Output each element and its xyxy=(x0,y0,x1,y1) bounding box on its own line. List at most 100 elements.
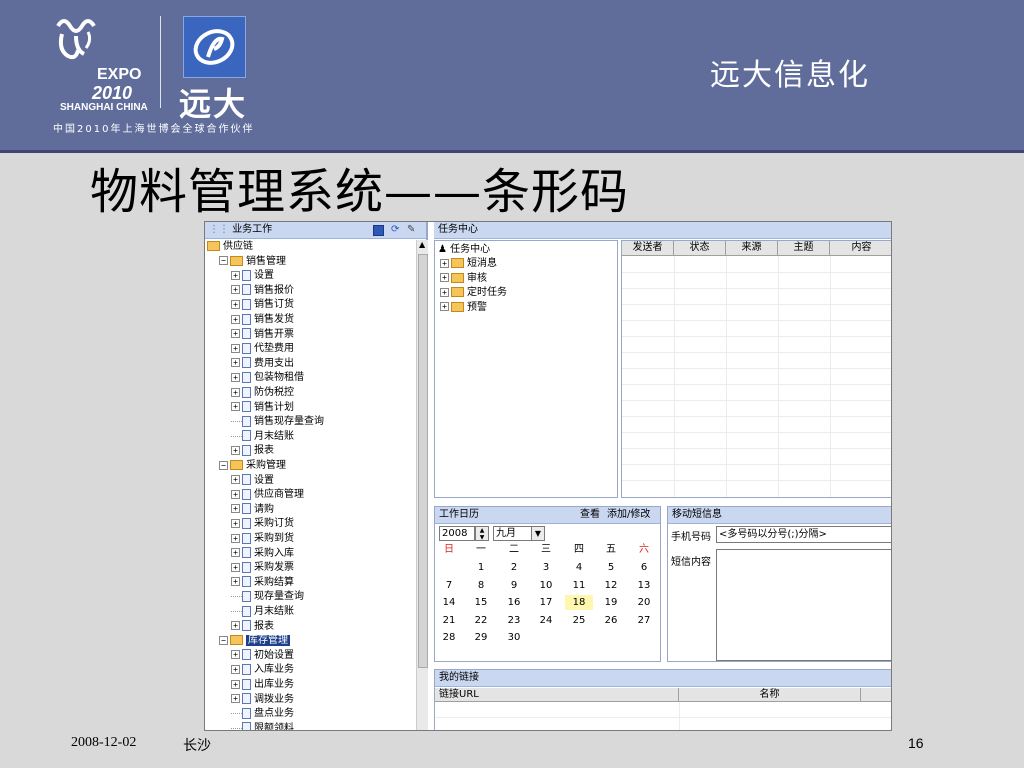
expand-icon[interactable]: + xyxy=(231,372,240,382)
grid-column-header[interactable]: 主题 xyxy=(778,241,830,256)
calendar-day[interactable]: 27 xyxy=(630,613,658,628)
expand-icon[interactable]: + xyxy=(231,285,240,295)
task-node[interactable]: + 定时任务 xyxy=(440,286,507,300)
tree-node[interactable]: − 库存管理 xyxy=(219,634,290,648)
tree-node[interactable]: 供应链 xyxy=(207,240,253,254)
tree-node[interactable]: 月末结账 xyxy=(231,430,294,444)
calendar-day[interactable]: 22 xyxy=(467,613,495,628)
tree-node[interactable]: + 包装物租借 xyxy=(231,371,304,385)
grid-column-header[interactable]: 来源 xyxy=(726,241,778,256)
calendar-add-link[interactable]: 添加/修改 xyxy=(607,507,650,523)
tree-node[interactable]: + 采购订货 xyxy=(231,517,294,531)
tree-node[interactable]: + 采购结算 xyxy=(231,576,294,590)
grid-column-header[interactable]: 状态 xyxy=(674,241,726,256)
collapse-icon[interactable]: − xyxy=(219,256,228,266)
calendar-day[interactable]: 24 xyxy=(532,613,560,628)
calendar-day[interactable]: 7 xyxy=(435,578,463,593)
calendar-day[interactable]: 14 xyxy=(435,595,463,610)
tree-node[interactable]: + 销售开票 xyxy=(231,328,294,342)
calendar-day[interactable]: 2 xyxy=(500,560,528,575)
task-root[interactable]: ♟ 任务中心 xyxy=(438,243,490,257)
expand-icon[interactable]: + xyxy=(231,533,240,543)
tree-node[interactable]: 现存量查询 xyxy=(231,590,304,604)
calendar-day[interactable]: 13 xyxy=(630,578,658,593)
tree-node[interactable]: + 销售计划 xyxy=(231,401,294,415)
tree-node[interactable]: 销售现存量查询 xyxy=(231,415,324,429)
expand-icon[interactable]: + xyxy=(231,329,240,339)
pin-icon[interactable]: ✎ xyxy=(407,222,415,238)
tree-node[interactable]: + 采购入库 xyxy=(231,547,294,561)
tree-node[interactable]: − 采购管理 xyxy=(219,459,286,473)
calendar-day[interactable]: 9 xyxy=(500,578,528,593)
calendar-day[interactable]: 8 xyxy=(467,578,495,593)
tree-scrollbar[interactable]: ▲ xyxy=(416,240,428,730)
tree-node[interactable]: + 销售发货 xyxy=(231,313,294,327)
calendar-day[interactable]: 29 xyxy=(467,630,495,645)
calendar-day[interactable]: 17 xyxy=(532,595,560,610)
calendar-day[interactable]: 20 xyxy=(630,595,658,610)
sms-content-textarea[interactable] xyxy=(716,549,891,661)
expand-icon[interactable]: + xyxy=(231,518,240,528)
tree-node[interactable]: + 初始设置 xyxy=(231,649,294,663)
save-icon[interactable] xyxy=(373,225,384,236)
expand-icon[interactable]: + xyxy=(231,358,240,368)
tree-node[interactable]: + 调拨业务 xyxy=(231,693,294,707)
expand-icon[interactable]: + xyxy=(231,343,240,353)
year-spinner[interactable]: ▲ ▼ xyxy=(475,526,489,541)
tree-node[interactable]: + 设置 xyxy=(231,474,274,488)
tree-node[interactable]: + 销售报价 xyxy=(231,284,294,298)
calendar-day[interactable]: 26 xyxy=(597,613,625,628)
calendar-day[interactable]: 1 xyxy=(467,560,495,575)
calendar-day[interactable]: 19 xyxy=(597,595,625,610)
tree-node[interactable]: 限额领料 xyxy=(231,722,294,730)
links-url-column[interactable]: 链接URL xyxy=(435,688,679,702)
tree-node[interactable]: 月末结账 xyxy=(231,605,294,619)
expand-icon[interactable]: + xyxy=(440,273,449,283)
expand-icon[interactable]: + xyxy=(231,562,240,572)
calendar-day[interactable]: 18 xyxy=(565,595,593,610)
refresh-icon[interactable]: ⟳ xyxy=(391,222,399,238)
task-node[interactable]: + 短消息 xyxy=(440,257,497,271)
expand-icon[interactable]: + xyxy=(231,577,240,587)
tree-node[interactable]: + 销售订货 xyxy=(231,298,294,312)
tree-node[interactable]: 盘点业务 xyxy=(231,707,294,721)
year-input[interactable]: 2008 xyxy=(439,526,475,541)
task-node[interactable]: + 预警 xyxy=(440,301,487,315)
calendar-day[interactable]: 23 xyxy=(500,613,528,628)
tree-node[interactable]: + 采购到货 xyxy=(231,532,294,546)
tree-node[interactable]: + 入库业务 xyxy=(231,663,294,677)
tree-node[interactable]: + 防伪税控 xyxy=(231,386,294,400)
expand-icon[interactable]: + xyxy=(231,548,240,558)
expand-icon[interactable]: + xyxy=(231,445,240,455)
tree-node[interactable]: + 代垫费用 xyxy=(231,342,294,356)
collapse-icon[interactable]: − xyxy=(219,635,228,645)
expand-icon[interactable]: + xyxy=(231,387,240,397)
calendar-day[interactable]: 10 xyxy=(532,578,560,593)
calendar-day[interactable]: 4 xyxy=(565,560,593,575)
calendar-day[interactable]: 15 xyxy=(467,595,495,610)
calendar-day[interactable]: 28 xyxy=(435,630,463,645)
links-name-column[interactable]: 名称 xyxy=(679,688,861,702)
tree-node[interactable]: + 请购 xyxy=(231,503,274,517)
tree-node[interactable]: − 销售管理 xyxy=(219,255,286,269)
calendar-day[interactable]: 16 xyxy=(500,595,528,610)
expand-icon[interactable]: + xyxy=(231,475,240,485)
calendar-day[interactable]: 11 xyxy=(565,578,593,593)
calendar-view-link[interactable]: 查看 xyxy=(580,507,600,523)
calendar-day[interactable]: 3 xyxy=(532,560,560,575)
calendar-day[interactable]: 6 xyxy=(630,560,658,575)
expand-icon[interactable]: + xyxy=(231,679,240,689)
calendar-day[interactable]: 12 xyxy=(597,578,625,593)
expand-icon[interactable]: + xyxy=(231,314,240,324)
calendar-day[interactable]: 30 xyxy=(500,630,528,645)
scrollbar-thumb[interactable] xyxy=(418,254,428,668)
tree-node[interactable]: + 出库业务 xyxy=(231,678,294,692)
tree-node[interactable]: + 采购发票 xyxy=(231,561,294,575)
tree-node[interactable]: + 供应商管理 xyxy=(231,488,304,502)
expand-icon[interactable]: + xyxy=(231,694,240,704)
expand-icon[interactable]: + xyxy=(231,299,240,309)
expand-icon[interactable]: + xyxy=(231,402,240,412)
calendar-day[interactable]: 21 xyxy=(435,613,463,628)
chevron-down-icon[interactable]: ▼ xyxy=(531,527,544,540)
expand-icon[interactable]: + xyxy=(231,664,240,674)
